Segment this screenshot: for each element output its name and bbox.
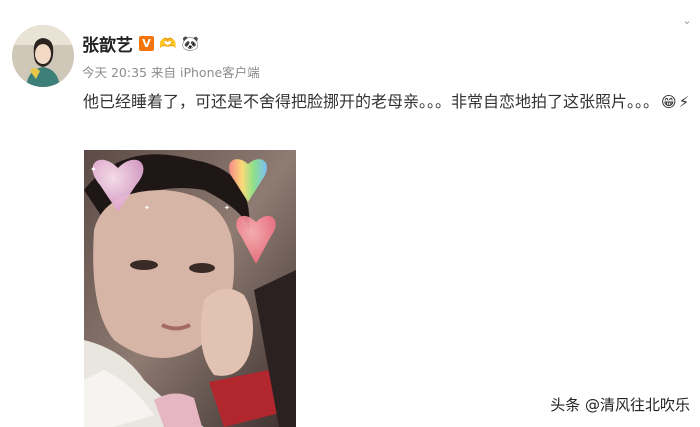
grinning-face-emoji-icon: 😁 (661, 93, 677, 111)
chevron-down-icon[interactable]: ⌄ (680, 14, 694, 28)
watermark: 头条 @清风往北吹乐 (550, 396, 690, 414)
heart-hands-emoji-icon: 🫶 (159, 35, 177, 52)
lightning-icon: ⚡ (678, 93, 690, 111)
panda-emoji-icon: 🐼 (181, 35, 199, 52)
verified-badge-icon: V (139, 36, 154, 51)
post-photo[interactable]: ✦ ✦ ✦ (84, 150, 296, 427)
post-text: 他已经睡着了，可还是不舍得把脸挪开的老母亲。。。非常自恋地拍了这张照片。。。 😁 ⚡ (83, 88, 695, 116)
post-meta: 今天 20:35 来自 iPhone客户端 (82, 62, 260, 81)
svg-text:✦: ✦ (90, 165, 97, 174)
avatar[interactable] (12, 25, 74, 87)
username-text[interactable]: 张歆艺 (82, 31, 133, 56)
svg-text:✦: ✦ (144, 204, 150, 212)
post-body: 他已经睡着了，可还是不舍得把脸挪开的老母亲。。。非常自恋地拍了这张照片。。。 (83, 92, 660, 111)
post-source[interactable]: iPhone客户端 (180, 65, 260, 80)
source-prefix: 来自 (150, 65, 176, 80)
username[interactable]: 张歆艺 V 🫶 🐼 (82, 31, 199, 57)
svg-text:✦: ✦ (224, 204, 230, 212)
post-time[interactable]: 今天 20:35 (82, 65, 147, 80)
